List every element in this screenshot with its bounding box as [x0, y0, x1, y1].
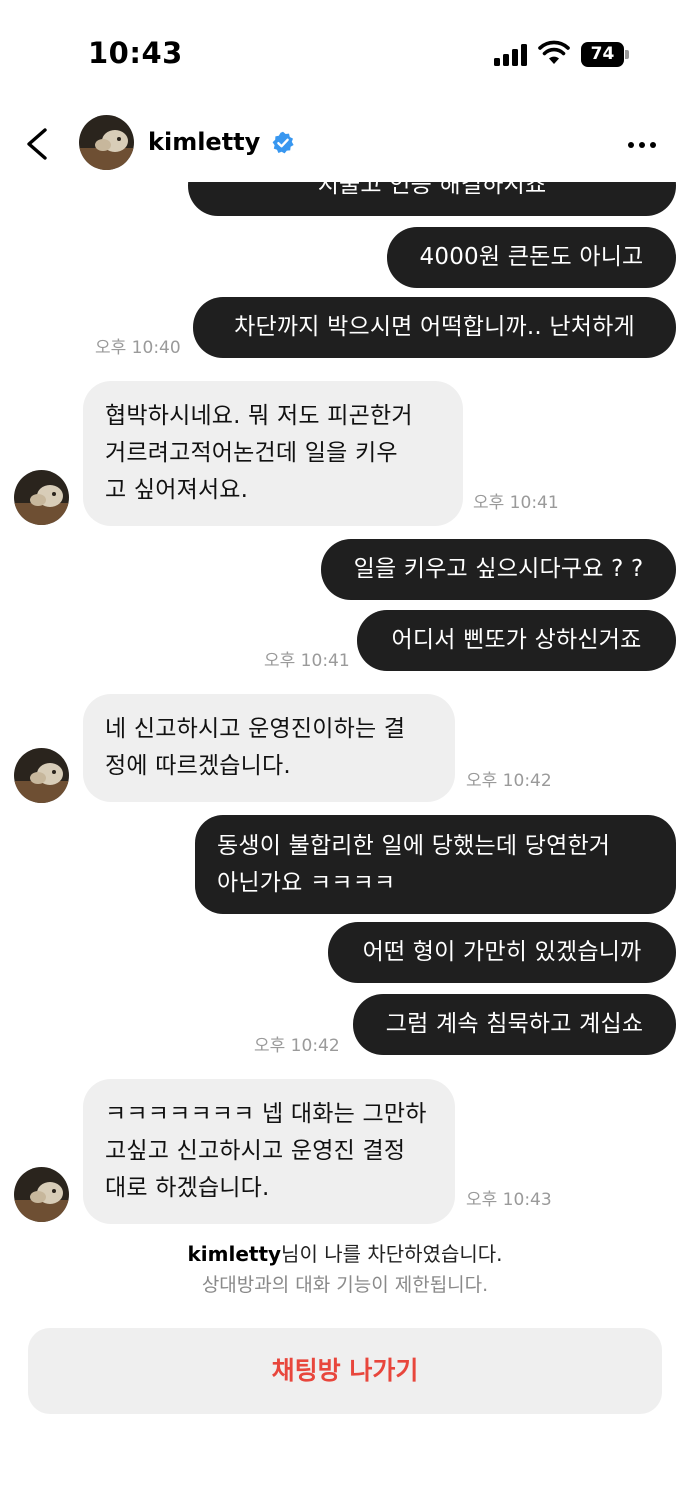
message-bubble-received[interactable]: 협박하시네요. 뭐 저도 피곤한거 거르려고적어논건데 일을 키우 고 싶어져서…: [83, 381, 463, 526]
avatar[interactable]: [14, 748, 69, 803]
more-options-icon[interactable]: [622, 130, 662, 160]
message-bubble-sent[interactable]: 어떤 형이 가만히 있겠습니까: [328, 922, 676, 983]
leave-chat-button[interactable]: 채팅방 나가기: [28, 1328, 662, 1414]
avatar[interactable]: [14, 470, 69, 525]
message-timestamp: 오후 10:40: [95, 338, 181, 358]
blocked-user-name: kimletty: [187, 1242, 282, 1266]
profile-photo-icon: [79, 115, 134, 170]
header-avatar[interactable]: [79, 115, 134, 170]
profile-photo-icon: [14, 1167, 69, 1222]
profile-photo-icon: [14, 470, 69, 525]
message-timestamp: 오후 10:42: [466, 771, 552, 791]
message-timestamp: 오후 10:41: [473, 493, 559, 513]
message-bubble-sent[interactable]: 4000원 큰돈도 아니고: [387, 227, 676, 288]
message-bubble-sent[interactable]: 차단까지 박으시면 어떡합니까.. 난처하게: [193, 297, 676, 358]
cellular-signal-icon: [494, 44, 530, 66]
message-bubble-sent[interactable]: 그럼 계속 침묵하고 계십쇼: [353, 994, 676, 1055]
verified-badge-icon: [272, 131, 294, 154]
message-bubble-received[interactable]: ㅋㅋㅋㅋㅋㅋㅋ 넵 대화는 그만하 고싶고 신고하시고 운영진 결정 대로 하겠…: [83, 1079, 455, 1224]
profile-photo-icon: [14, 748, 69, 803]
message-bubble-sent[interactable]: 일을 키우고 싶으시다구요 ? ?: [321, 539, 676, 600]
blocked-message: 님이 나를 차단하였습니다.: [281, 1242, 503, 1266]
avatar[interactable]: [14, 1167, 69, 1222]
message-bubble-received[interactable]: 네 신고하시고 운영진이하는 결 정에 따르겠습니다.: [83, 694, 455, 802]
status-time: 10:43: [88, 36, 183, 70]
blocked-notice: kimletty님이 나를 차단하였습니다. 상대방과의 대화 기능이 제한됩니…: [0, 1238, 690, 1300]
message-timestamp: 오후 10:42: [254, 1036, 340, 1056]
blocked-restriction-text: 상대방과의 대화 기능이 제한됩니다.: [201, 1274, 489, 1296]
battery-level: 74: [581, 42, 624, 67]
contact-name[interactable]: kimletty: [148, 128, 260, 156]
wifi-icon: [538, 40, 570, 64]
message-timestamp: 오후 10:41: [264, 651, 350, 671]
chat-header: kimletty: [0, 110, 690, 182]
message-timestamp: 오후 10:43: [466, 1190, 552, 1210]
back-chevron-icon[interactable]: [18, 122, 58, 166]
status-bar: 10:43 74: [0, 0, 690, 110]
message-bubble-sent[interactable]: 동생이 불합리한 일에 당했는데 당연한거 아닌가요 ㅋㅋㅋㅋ: [195, 815, 676, 914]
message-bubble-sent[interactable]: 어디서 삔또가 상하신거죠: [357, 610, 676, 671]
battery-icon: 74: [581, 42, 629, 67]
